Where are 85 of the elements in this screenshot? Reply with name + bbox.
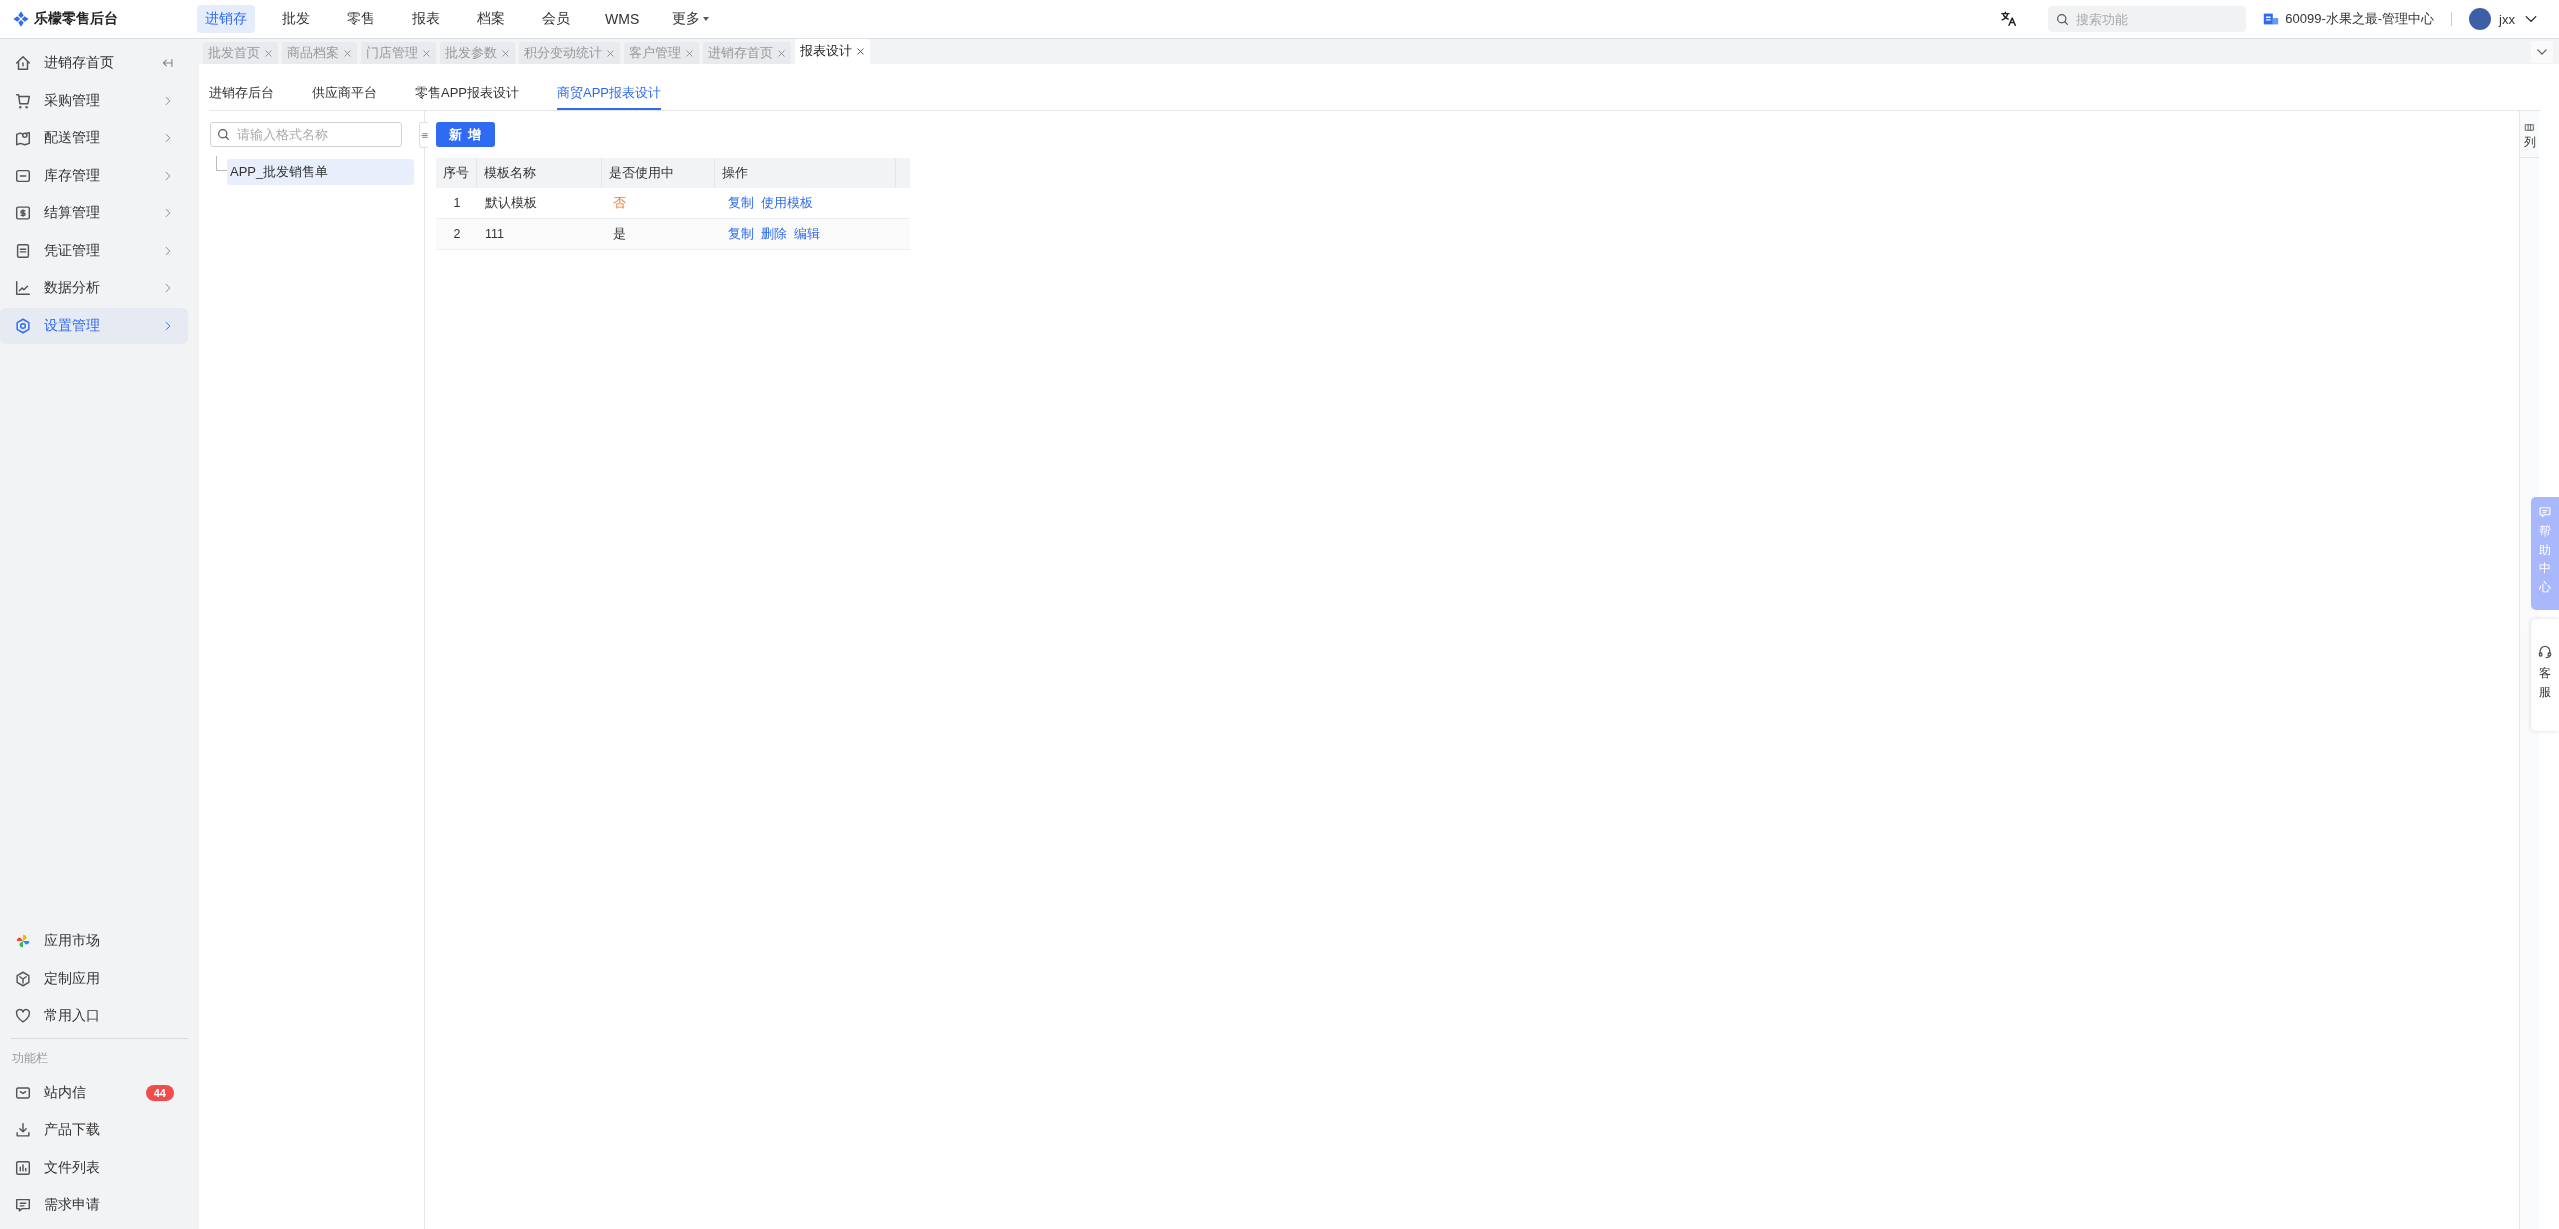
- table-cell: 否: [613, 194, 626, 212]
- headset-icon: [2537, 644, 2553, 660]
- column-header: 操作: [714, 158, 896, 188]
- page-tab[interactable]: 报表设计: [795, 39, 870, 64]
- settings-icon: [14, 316, 32, 335]
- download-icon: [14, 1121, 32, 1139]
- bar-chart-icon: [14, 1158, 32, 1177]
- close-icon: [685, 48, 694, 58]
- close-icon: [343, 48, 352, 58]
- search-icon: [2055, 11, 2071, 27]
- pinwheel-icon: [14, 932, 32, 950]
- dollar-icon: [14, 204, 32, 222]
- sidebar-item[interactable]: 采购管理: [0, 82, 188, 119]
- sidebar-item[interactable]: 文件列表: [0, 1149, 188, 1186]
- column-header: 模板名称: [477, 158, 603, 188]
- user-name[interactable]: jxx: [2499, 11, 2515, 27]
- nav-tab[interactable]: 报表: [402, 5, 450, 33]
- translate-icon: [2000, 10, 2019, 28]
- sidebar-item[interactable]: 进销存首页: [0, 45, 188, 81]
- section-title: 功能栏: [11, 1050, 49, 1067]
- nav-tab[interactable]: 更多: [664, 5, 718, 33]
- sub-tab[interactable]: 供应商平台: [312, 84, 377, 110]
- document-icon: [14, 241, 32, 260]
- sidebar-item[interactable]: 站内信 44: [0, 1074, 188, 1111]
- column-header: 序号: [436, 158, 478, 188]
- sidebar-item[interactable]: 需求申请: [0, 1187, 188, 1223]
- sidebar-item[interactable]: 配送管理: [0, 120, 188, 156]
- close-icon: [856, 47, 865, 56]
- action-link[interactable]: 复制: [728, 225, 754, 243]
- close-icon: [422, 48, 431, 58]
- app-title: 乐檬零售后台: [34, 10, 118, 28]
- sidebar-item[interactable]: 设置管理: [0, 307, 188, 344]
- close-icon: [501, 48, 510, 58]
- sidebar-item[interactable]: 结算管理: [0, 195, 188, 231]
- customer-service-button[interactable]: 客服: [2531, 619, 2559, 731]
- tab-menu-button[interactable]: [2531, 40, 2553, 63]
- columns-icon: [2524, 122, 2535, 133]
- table-cell: 是: [613, 225, 626, 243]
- nav-tab[interactable]: 零售: [337, 5, 385, 33]
- sidebar-item[interactable]: 产品下载: [0, 1112, 188, 1148]
- nav-tab[interactable]: 会员: [532, 5, 580, 33]
- close-icon: [777, 48, 786, 58]
- action-link[interactable]: 编辑: [794, 225, 820, 243]
- collapse-handle[interactable]: [419, 122, 428, 148]
- line-chart-icon: [14, 279, 32, 297]
- sidebar-item[interactable]: 凭证管理: [0, 232, 188, 269]
- sidebar-item[interactable]: 库存管理: [0, 157, 188, 194]
- close-icon: [606, 48, 615, 58]
- action-link[interactable]: 删除: [761, 225, 787, 243]
- sidebar-item[interactable]: 定制应用: [0, 960, 188, 997]
- search-field[interactable]: 搜索功能: [2048, 6, 2247, 32]
- message-icon: [2538, 505, 2552, 519]
- column-settings-button[interactable]: 列: [2520, 111, 2539, 158]
- action-link[interactable]: 使用模板: [761, 194, 813, 212]
- message-icon: [14, 1196, 32, 1214]
- house-icon: [14, 54, 32, 72]
- column-header: 是否使用中: [602, 158, 715, 188]
- close-icon: [264, 48, 273, 58]
- nav-tab[interactable]: 档案: [467, 5, 515, 33]
- table-cell-text: 1: [452, 195, 462, 212]
- sub-tab[interactable]: 零售APP报表设计: [415, 84, 519, 110]
- sidebar-item[interactable]: 常用入口: [0, 998, 188, 1034]
- table-cell-text: 2: [452, 226, 462, 243]
- count-badge: 44: [145, 1084, 174, 1101]
- nav-tab[interactable]: WMS: [597, 6, 648, 32]
- cart-icon: [14, 91, 32, 110]
- logo-icon: [12, 10, 30, 28]
- sub-tab[interactable]: 商贸APP报表设计: [557, 84, 662, 110]
- nav-tab[interactable]: 批发: [272, 5, 320, 33]
- sidebar-item[interactable]: 数据分析: [0, 270, 188, 306]
- table-cell-text: 111: [484, 226, 505, 243]
- add-button[interactable]: 新 增: [436, 122, 495, 147]
- avatar[interactable]: [2469, 8, 2492, 30]
- action-link[interactable]: 复制: [728, 194, 754, 212]
- sidebar-item[interactable]: 应用市场: [0, 923, 188, 959]
- cube-icon: [14, 969, 32, 988]
- search-icon: [216, 127, 231, 142]
- map-pin-icon: [14, 129, 32, 147]
- heart-icon: [14, 1007, 32, 1025]
- sub-tab[interactable]: 进销存后台: [209, 84, 274, 110]
- nav-tab[interactable]: 进销存: [197, 5, 255, 33]
- tree-node[interactable]: APP_批发销售单: [227, 159, 414, 185]
- table-cell-text: 默认模板: [484, 194, 538, 212]
- search-field[interactable]: 请输入格式名称: [210, 122, 402, 147]
- organization-name[interactable]: 60099-水果之最-管理中心: [2285, 10, 2435, 28]
